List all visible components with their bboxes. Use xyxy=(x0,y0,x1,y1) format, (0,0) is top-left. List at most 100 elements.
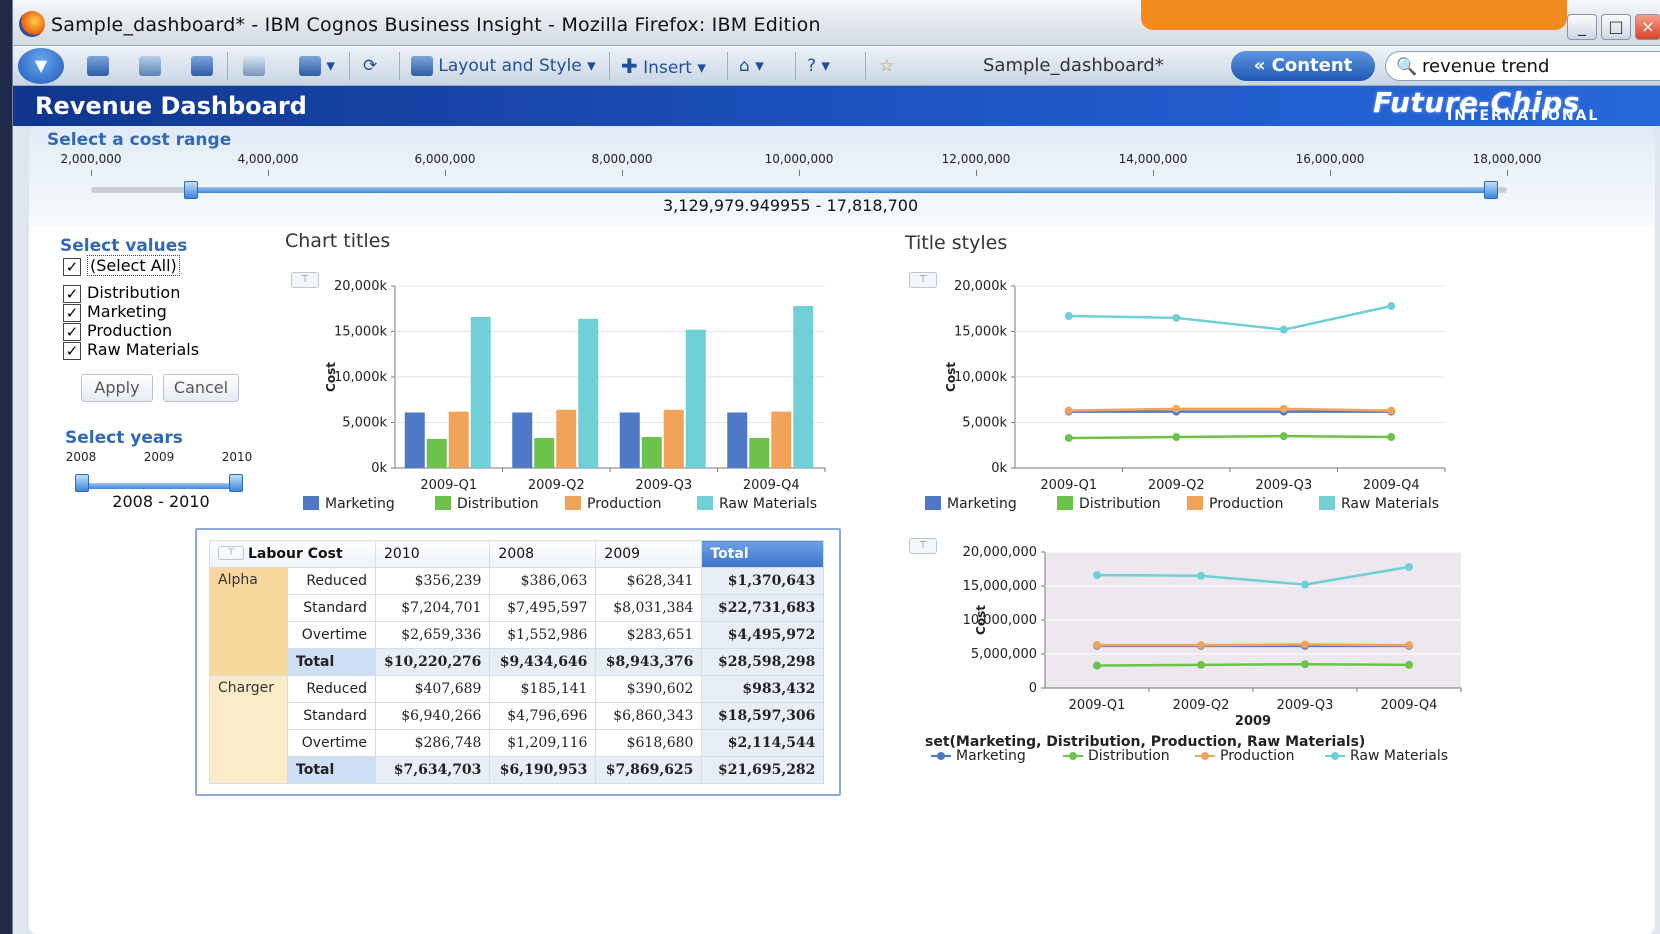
table-cell: $1,209,116 xyxy=(489,729,597,757)
table-cell: $10,220,276 xyxy=(374,648,491,676)
cancel-button[interactable]: Cancel xyxy=(163,374,239,402)
year-slider-high-handle[interactable] xyxy=(229,474,243,492)
layout-style-menu[interactable]: Layout and Style ▾ xyxy=(411,54,596,78)
content-button[interactable]: « Content xyxy=(1231,51,1375,81)
bar-distribution xyxy=(426,438,447,468)
table-cell: $9,434,646 xyxy=(489,648,597,676)
close-button[interactable]: × xyxy=(1635,14,1660,40)
bar-raw-materials xyxy=(470,316,491,468)
cost-range-low-handle[interactable] xyxy=(184,181,198,199)
x-tick-label: 2009-Q2 xyxy=(1173,698,1230,713)
checkbox-label: Raw Materials xyxy=(87,340,200,359)
table-column-header[interactable]: 2009 xyxy=(595,540,703,568)
cost-tick-label: 16,000,000 xyxy=(1295,152,1365,166)
layout-icon xyxy=(411,56,433,76)
checkbox[interactable]: ✓ xyxy=(63,341,81,360)
star-icon[interactable]: ☆ xyxy=(879,54,894,78)
y-tick-label: 5,000k xyxy=(342,416,387,431)
table-column-header[interactable]: Total xyxy=(701,540,825,568)
table-cell: $28,598,298 xyxy=(701,648,825,676)
row-header[interactable]: Overtime xyxy=(287,621,376,649)
value-checkbox-row[interactable]: ✓ Distribution xyxy=(63,283,180,303)
y-tick-label: 20,000k xyxy=(954,279,1007,294)
home-icon[interactable]: ⌂ ▾ xyxy=(739,54,764,78)
x-tick-label: 2009-Q1 xyxy=(1040,478,1097,493)
table-row: Standard $6,940,266 $4,796,696 $6,860,343 $1… xyxy=(210,702,825,730)
year-slider-track[interactable] xyxy=(83,483,243,489)
legend-label: Marketing xyxy=(325,496,395,512)
checkbox[interactable]: ✓ xyxy=(63,284,81,303)
open-folder-icon[interactable] xyxy=(139,54,161,78)
table-column-header[interactable]: 2008 xyxy=(489,540,597,568)
table-cell: $6,190,953 xyxy=(489,756,597,784)
table-cell: $407,689 xyxy=(374,675,491,703)
checkbox[interactable]: ✓ xyxy=(63,322,81,341)
insert-menu[interactable]: ✚ Insert ▾ xyxy=(621,54,706,78)
value-checkbox-row[interactable]: ✓ Raw Materials xyxy=(63,340,200,360)
share-icon[interactable]: ▾ xyxy=(299,54,335,78)
x-tick-label: 2009-Q1 xyxy=(420,478,477,493)
bar-marketing xyxy=(727,412,748,468)
search-input[interactable] xyxy=(1422,55,1652,77)
apply-button[interactable]: Apply xyxy=(81,374,153,402)
search-box[interactable]: 🔍 xyxy=(1385,51,1660,81)
search-icon: 🔍 xyxy=(1396,57,1418,77)
select-years-label: Select years xyxy=(65,428,183,448)
value-checkbox-row[interactable]: ✓ (Select All) xyxy=(63,255,180,276)
table-filter-icon[interactable]: ⊤ xyxy=(218,546,244,560)
browser-window: Sample_dashboard* - IBM Cognos Business … xyxy=(12,0,1660,934)
group-header[interactable]: Alpha xyxy=(208,567,289,676)
group-header[interactable]: Charger xyxy=(208,675,289,784)
plus-icon: ✚ xyxy=(621,54,638,78)
email-icon[interactable] xyxy=(243,54,265,78)
new-icon[interactable] xyxy=(87,54,109,78)
minimize-button[interactable]: _ xyxy=(1567,14,1597,40)
select-values-label: Select values xyxy=(60,236,188,256)
row-header[interactable]: Total xyxy=(287,756,376,784)
row-header[interactable]: Reduced xyxy=(287,567,376,595)
help-icon[interactable]: ? ▾ xyxy=(807,54,830,78)
table-corner-header: ⊤ Labour Cost xyxy=(209,540,376,568)
data-point xyxy=(1093,571,1101,580)
row-header[interactable]: Total xyxy=(287,648,376,676)
table-row: Total $7,634,703 $6,190,953 $7,869,625 $21,6… xyxy=(210,756,825,784)
data-point xyxy=(1301,580,1309,589)
save-icon[interactable] xyxy=(191,54,213,78)
cost-tick-label: 6,000,000 xyxy=(414,152,476,166)
cost-tick-mark xyxy=(1153,170,1154,176)
data-point xyxy=(1093,661,1101,670)
bar-chart: 0k 5,000k 10,000k 15,000k 20,000k Cost 2009-Q1… xyxy=(303,279,826,512)
line-chart: 0k 5,000k 10,000k 15,000k 20,000k Cost 2009-Q1… xyxy=(925,279,1446,512)
cost-tick-mark xyxy=(799,170,800,176)
bar-chart-title: Chart titles xyxy=(285,230,391,252)
cost-tick-mark xyxy=(976,170,977,176)
menu-orb-button[interactable]: ▼ xyxy=(18,48,64,84)
legend-swatch xyxy=(435,496,451,510)
cost-tick-label: 18,000,000 xyxy=(1472,152,1542,166)
y-tick-label: 0k xyxy=(991,461,1007,476)
value-checkbox-row[interactable]: ✓ Production xyxy=(63,321,172,341)
row-header[interactable]: Overtime xyxy=(287,729,376,757)
data-point xyxy=(1197,571,1205,580)
bar-raw-materials xyxy=(793,306,814,468)
annotation-callout xyxy=(1141,0,1567,30)
table-cell: $386,063 xyxy=(489,567,597,595)
data-point xyxy=(1279,404,1288,413)
refresh-icon[interactable]: ⟳ xyxy=(363,54,377,78)
cost-tick-label: 2,000,000 xyxy=(60,152,122,166)
cost-range-high-handle[interactable] xyxy=(1483,181,1498,199)
data-point xyxy=(1387,302,1396,311)
row-header[interactable]: Standard xyxy=(287,702,376,730)
y-tick-label: 15,000k xyxy=(954,325,1007,340)
year-slider-low-handle[interactable] xyxy=(75,474,89,492)
table-cell: $185,141 xyxy=(489,675,597,703)
row-header[interactable]: Standard xyxy=(287,594,376,622)
y-tick-label: 0 xyxy=(1029,681,1037,696)
checkbox[interactable]: ✓ xyxy=(63,303,81,322)
row-header[interactable]: Reduced xyxy=(287,675,376,703)
value-checkbox-row[interactable]: ✓ Marketing xyxy=(63,302,167,322)
checkbox[interactable]: ✓ xyxy=(63,257,81,276)
maximize-button[interactable]: □ xyxy=(1601,14,1631,40)
table-column-header[interactable]: 2010 xyxy=(374,540,491,568)
cost-tick-label: 12,000,000 xyxy=(941,152,1011,166)
